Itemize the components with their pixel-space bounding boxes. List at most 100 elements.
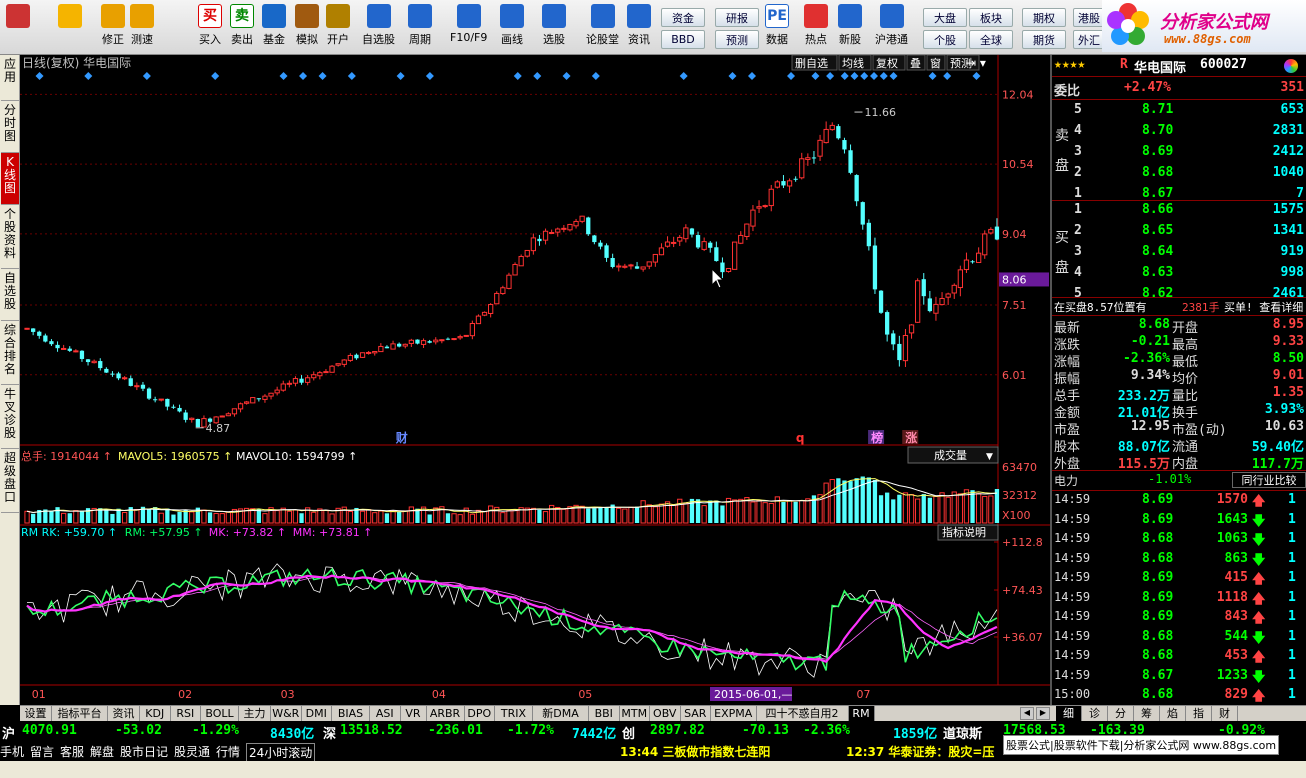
toolbar-small-button[interactable]: 大盘 <box>923 8 967 27</box>
ad-banner[interactable]: 股票公式|股票软件下载|分析家公式网 www.88gs.com <box>1003 735 1280 755</box>
indicator-tab[interactable]: TRIX <box>495 706 533 721</box>
color-wheel-icon[interactable] <box>1284 59 1298 73</box>
screen-button[interactable]: 选股 <box>542 4 566 54</box>
hammer-button[interactable]: 模拟 <box>295 4 319 54</box>
indicator-tab[interactable]: DMI <box>302 706 332 721</box>
hk-connect-button[interactable]: 沪港通 <box>875 4 908 54</box>
left-tab[interactable]: 个股资料 <box>1 205 19 269</box>
left-tab[interactable]: 牛叉诊股 <box>1 385 19 449</box>
toolbar-small-button[interactable]: 港股 <box>1073 8 1105 27</box>
indicator-tab[interactable]: 主力 <box>239 706 271 721</box>
bottom-link[interactable]: 客服 <box>60 743 84 760</box>
indicator-tab[interactable]: OBV <box>650 706 681 721</box>
indicator-tab[interactable]: 资讯 <box>108 706 140 721</box>
left-tab[interactable]: 超级盘口 <box>1 449 19 513</box>
panel-tab[interactable]: 筹 <box>1134 706 1160 721</box>
bottom-link[interactable]: 解盘 <box>90 743 114 760</box>
indicator-tab[interactable]: BOLL <box>201 706 239 721</box>
candle-body <box>963 259 970 271</box>
sell-button[interactable]: 卖卖出 <box>230 4 254 54</box>
toolbar-small-button[interactable]: 个股 <box>923 30 967 49</box>
indicator-tab[interactable]: ARBR <box>427 706 465 721</box>
candle-body <box>970 261 975 263</box>
newstock-button[interactable]: 新股 <box>838 4 862 54</box>
quote-cell: 1341 <box>1272 223 1304 238</box>
toolbar-small-button[interactable]: 期货 <box>1022 30 1066 49</box>
indicator-tab[interactable]: 新DMA <box>533 706 589 721</box>
indicator-tab[interactable]: SAR <box>681 706 711 721</box>
toolbar-small-button[interactable]: 研报 <box>715 8 759 27</box>
candle-body <box>598 242 603 247</box>
indicator-tab[interactable]: KDJ <box>140 706 171 721</box>
panel-tab[interactable]: 分 <box>1108 706 1134 721</box>
forum-button[interactable]: 论股堂 <box>586 4 619 54</box>
indicator-tab[interactable]: 四十不惑自用2 <box>757 706 849 721</box>
news-item[interactable]: 12:37 华泰证券：股灾=压 <box>846 743 994 760</box>
app-grid-button[interactable] <box>6 4 30 54</box>
bottom-link[interactable]: 股灵通 <box>174 743 210 760</box>
pe-button[interactable]: PE 数据 <box>765 4 789 54</box>
indicator-tab[interactable]: 指标平台 <box>52 706 108 721</box>
toolbar-small-button[interactable]: 全球 <box>969 30 1013 49</box>
indicator-tab[interactable]: RM <box>848 706 875 721</box>
left-tab[interactable]: 分时图 <box>1 101 19 153</box>
panel-tab[interactable]: 指 <box>1186 706 1212 721</box>
toolbar-small-button[interactable]: 期权 <box>1022 8 1066 27</box>
indicator-tab[interactable]: BIAS <box>332 706 370 721</box>
left-tab[interactable]: 应用 <box>1 55 19 101</box>
news-item[interactable]: 13:44 三板做市指数七连阳 <box>620 743 770 760</box>
indicator-tab[interactable]: 设置 <box>20 706 52 721</box>
indicator-tab[interactable]: DPO <box>465 706 495 721</box>
volume-bar <box>622 508 628 524</box>
indicator-tab[interactable]: VR <box>401 706 427 721</box>
left-tab[interactable]: 综合排名 <box>1 321 19 385</box>
panel-tab[interactable]: 财 <box>1212 706 1238 721</box>
panel-tab[interactable]: 细 <box>1056 706 1082 721</box>
star-button[interactable]: 自选股 <box>362 4 395 54</box>
quote-cell: 1 <box>1074 202 1082 217</box>
fund-button[interactable]: 基金 <box>262 4 286 54</box>
f10-button[interactable]: F10/F9 <box>450 4 487 54</box>
indicator-tab[interactable]: W&R <box>271 706 302 721</box>
hot-button[interactable]: 热点 <box>804 4 828 54</box>
candle-body <box>658 247 665 256</box>
industry-compare-button[interactable]: 同行业比较 <box>1232 472 1306 488</box>
toolbar-small-button[interactable]: 资金 <box>661 8 705 27</box>
lock-button[interactable]: 开户 <box>326 4 350 54</box>
volume-bar <box>397 511 402 523</box>
scroll-right-icon[interactable]: ▶ <box>1036 707 1050 720</box>
bottom-link[interactable]: 手机 <box>0 743 24 760</box>
chart-top-button: 删自选 <box>795 57 828 70</box>
kline-chart-svg[interactable]: 日线(复权) 华电国际 删自选 均线 复权叠窗预测⇥ ▾12.0410.549.047… <box>20 55 1050 705</box>
scroll-left-icon[interactable]: ◀ <box>1020 707 1034 720</box>
bottom-link[interactable]: 24小时滚动 <box>246 743 316 762</box>
panel-tab[interactable]: 焰 <box>1160 706 1186 721</box>
toolbar-small-button[interactable]: 板块 <box>969 8 1013 27</box>
indicator-tab[interactable]: EXPMA <box>711 706 757 721</box>
bottom-link[interactable]: 留言 <box>30 743 54 760</box>
indicator-tab[interactable]: MTM <box>620 706 650 721</box>
indicator-tab[interactable]: ASI <box>370 706 401 721</box>
indicator-tab[interactable]: RSI <box>171 706 201 721</box>
pencil-button[interactable]: 画线 <box>500 4 524 54</box>
left-tab[interactable]: 自选股 <box>1 269 19 321</box>
volume-bar <box>457 514 463 524</box>
cycle-button[interactable]: 周期 <box>408 4 432 54</box>
panel-tab[interactable]: 诊 <box>1082 706 1108 721</box>
news-button[interactable]: 资讯 <box>627 4 651 54</box>
low-price-label: 4.87 <box>206 422 231 435</box>
buy-button[interactable]: 买买入 <box>198 4 222 54</box>
bottom-link[interactable]: 行情 <box>216 743 240 760</box>
candle-body <box>451 338 457 341</box>
toolbar-small-button[interactable]: 外汇 <box>1073 30 1105 49</box>
bottom-link[interactable]: 股市日记 <box>120 743 168 760</box>
toolbar-small-button[interactable]: BBD <box>661 30 705 49</box>
left-tab[interactable]: K线图 <box>1 153 19 205</box>
clock-button[interactable]: 测速 <box>130 4 154 54</box>
indicator-tab[interactable]: BBI <box>589 706 620 721</box>
up-down-button[interactable]: 修正 <box>101 4 125 54</box>
toolbar-small-button[interactable]: 预测 <box>715 30 759 49</box>
kline-chart-area[interactable]: 日线(复权) 华电国际 删自选 均线 复权叠窗预测 ⇥ ▾ 12.04 10.54 9.04 7… <box>20 55 1050 705</box>
date-tick: 07 <box>856 688 870 701</box>
back-arrow-button[interactable] <box>58 4 82 54</box>
